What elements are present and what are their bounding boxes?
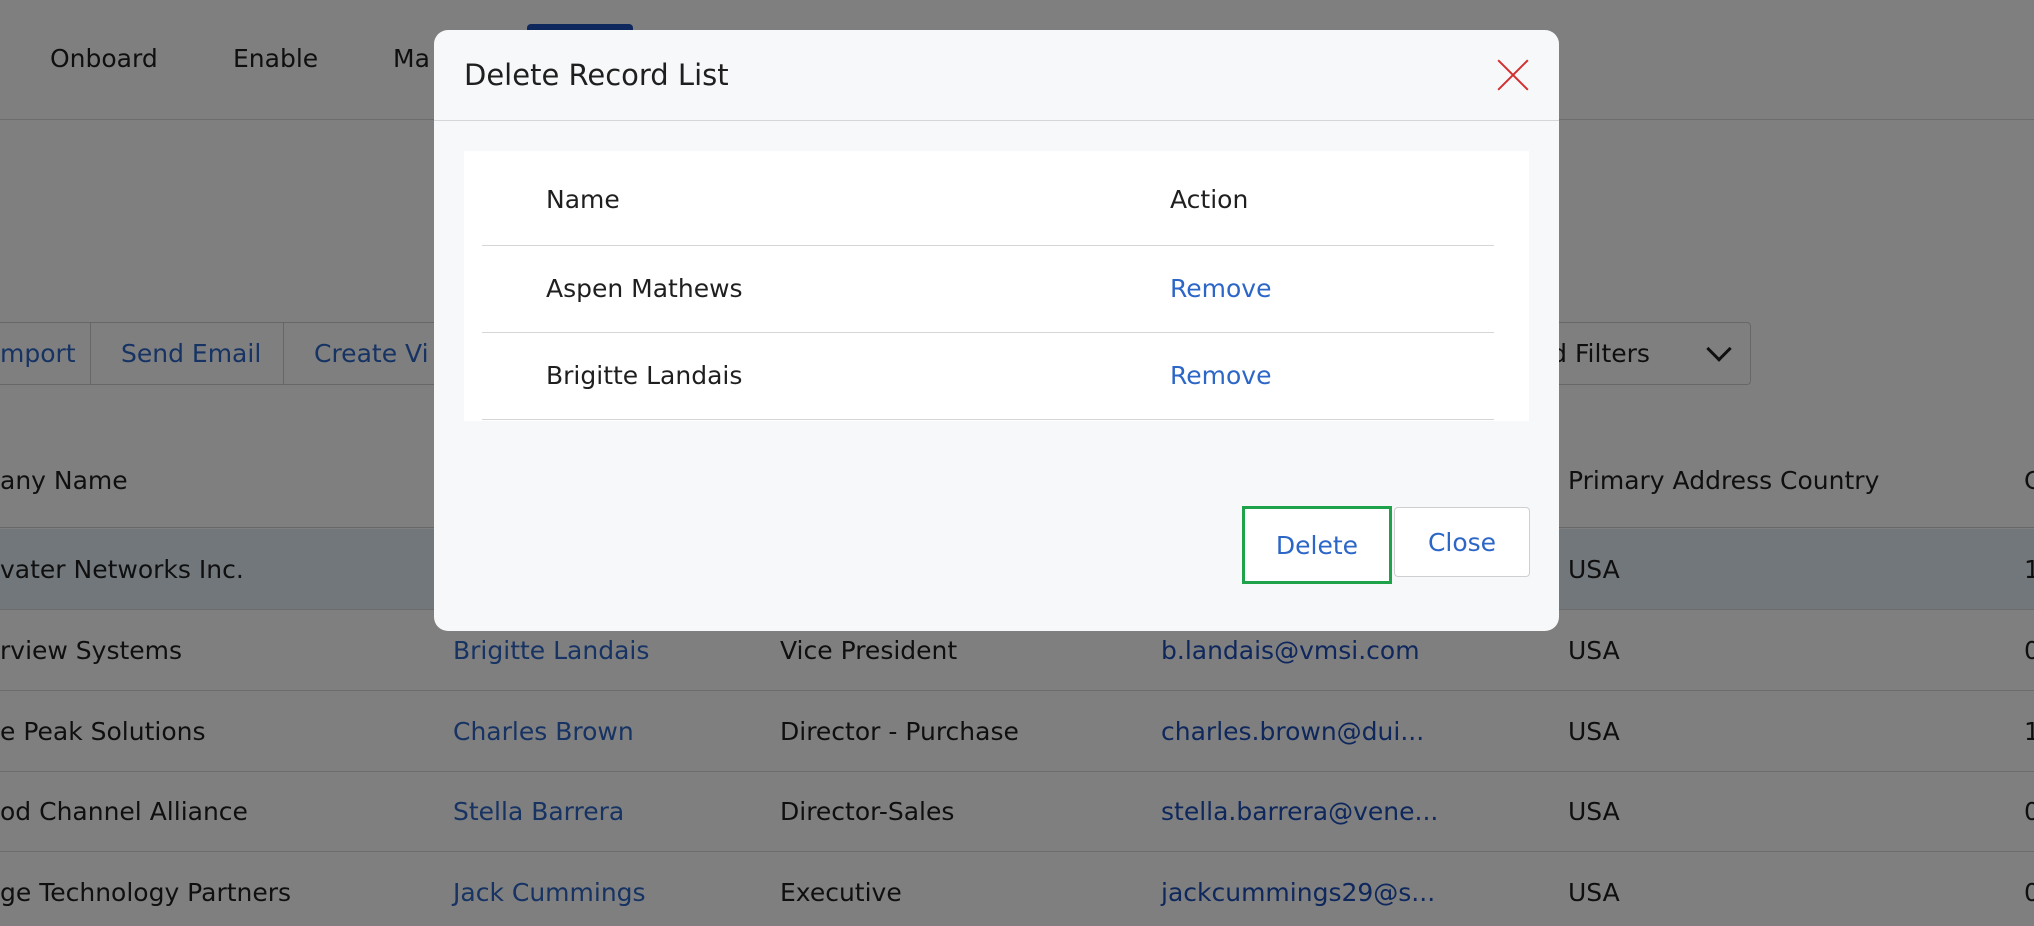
record-list-table: Name Action Aspen Mathews Remove Brigitt… — [464, 151, 1529, 421]
dialog-title: Delete Record List — [464, 58, 729, 92]
record-row: Brigitte Landais Remove — [482, 333, 1494, 420]
record-list-header: Name Action — [482, 151, 1494, 246]
remove-link[interactable]: Remove — [1170, 361, 1271, 390]
record-row: Aspen Mathews Remove — [482, 246, 1494, 333]
close-button[interactable]: Close — [1394, 507, 1530, 577]
record-name: Brigitte Landais — [546, 361, 743, 390]
column-header-action: Action — [1170, 185, 1249, 214]
close-icon[interactable] — [1496, 58, 1530, 92]
dialog-header: Delete Record List — [434, 30, 1559, 121]
column-header-name: Name — [546, 185, 620, 214]
delete-button[interactable]: Delete — [1242, 506, 1392, 584]
record-name: Aspen Mathews — [546, 274, 743, 303]
delete-record-list-dialog: Delete Record List Name Action Aspen Mat… — [434, 30, 1559, 631]
remove-link[interactable]: Remove — [1170, 274, 1271, 303]
